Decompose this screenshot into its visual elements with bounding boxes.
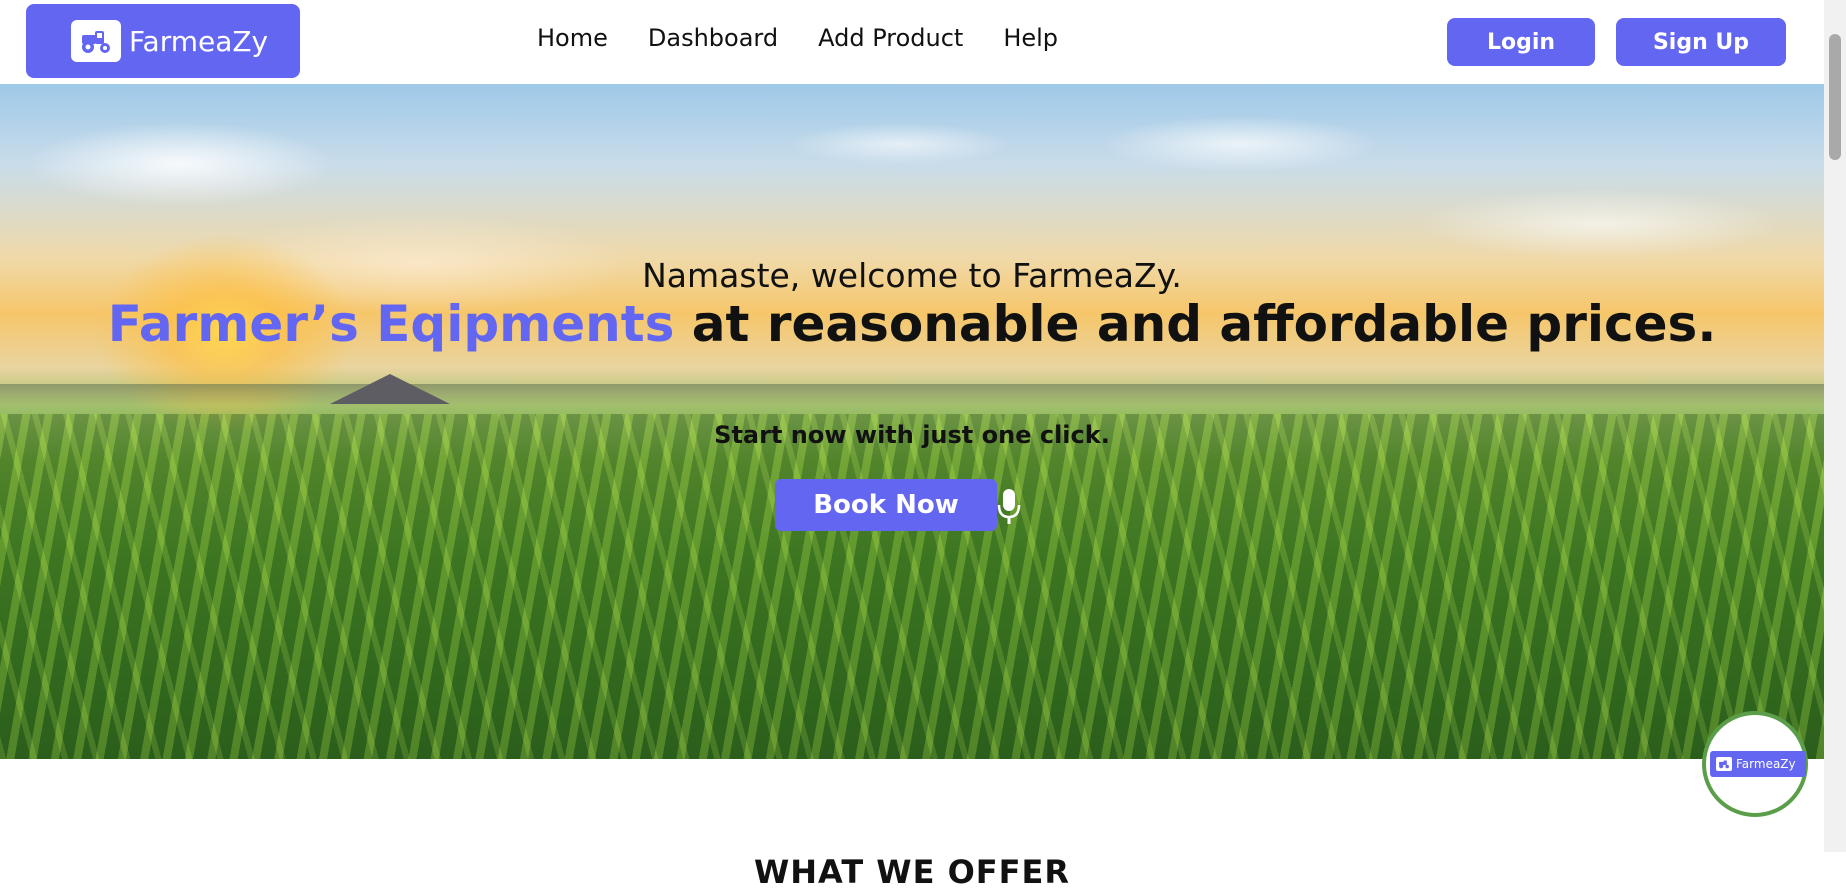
chat-widget-button[interactable]: FarmeaZy [1702,711,1808,817]
top-navbar: FarmeaZy Home Dashboard Add Product Help… [0,0,1824,84]
chat-widget-badge: FarmeaZy [1710,751,1806,777]
nav-help[interactable]: Help [1003,24,1058,52]
hero-corn-field [0,414,1824,759]
chat-widget-label: FarmeaZy [1736,757,1796,771]
hero-headline: Farmer’s Eqipments at reasonable and aff… [0,297,1824,352]
microphone-icon[interactable] [994,487,1024,527]
hero-headline-accent: Farmer’s Eqipments [107,295,675,353]
hero-banner: Namaste, welcome to FarmeaZy. Farmer’s E… [0,84,1824,759]
brand-logo[interactable]: FarmeaZy [26,4,300,78]
book-now-button[interactable]: Book Now [775,479,997,531]
nav-dashboard[interactable]: Dashboard [648,24,778,52]
signup-button[interactable]: Sign Up [1616,18,1786,66]
tractor-icon [1716,757,1732,771]
nav-home[interactable]: Home [537,24,608,52]
tractor-icon [71,20,121,62]
login-button[interactable]: Login [1447,18,1595,66]
hero-treeline [0,384,1824,406]
brand-name: FarmeaZy [129,24,269,58]
page-scrollbar[interactable] [1824,0,1846,852]
main-nav: Home Dashboard Add Product Help [537,24,1058,52]
hero-headline-rest: at reasonable and affordable prices. [674,295,1717,353]
scrollbar-thumb[interactable] [1829,34,1841,160]
hero-welcome: Namaste, welcome to FarmeaZy. [642,256,1182,295]
nav-add-product[interactable]: Add Product [818,24,963,52]
hero-subline: Start now with just one click. [714,421,1110,449]
what-we-offer-title: WHAT WE OFFER [753,852,1071,891]
hero-hut [330,374,450,404]
